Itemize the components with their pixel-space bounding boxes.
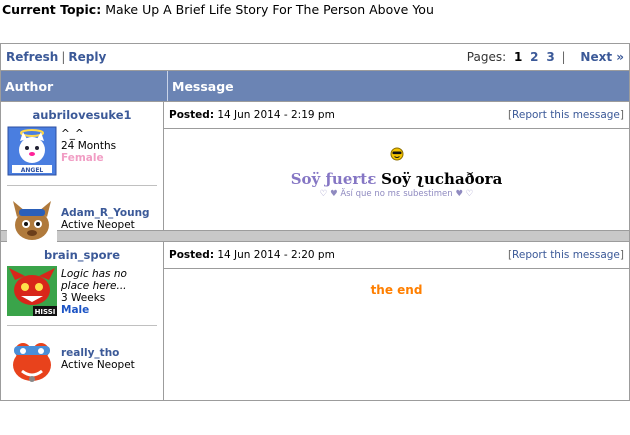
- post-header: Posted: 14 Jun 2014 - 2:20 pm [Report th…: [164, 242, 629, 269]
- user-title: ^_^: [61, 128, 84, 140]
- author-header: Author: [1, 71, 168, 101]
- message-cell: Posted: 14 Jun 2014 - 2:19 pm [Report th…: [164, 102, 629, 230]
- report-message-link[interactable]: Report this message: [512, 249, 620, 261]
- topic-navbar: Refresh | Reply Pages: 1 2 3 | Next »: [1, 44, 629, 71]
- topic-board: Refresh | Reply Pages: 1 2 3 | Next » Auth…: [0, 43, 630, 401]
- post-row: brain_spore HISSI Logic has no place her…: [1, 241, 629, 400]
- cool-smiley-icon: [390, 147, 403, 161]
- pagination: Pages: 1 2 3 | Next »: [467, 50, 624, 64]
- message-body: Soÿ ƒuertε Soÿ ʅuchaðora ♡ ♥ Äsí que no …: [164, 129, 629, 199]
- message-part-1: Soÿ ƒuertε: [290, 170, 377, 188]
- user-profile: ANGEL ^_^ 24 Months Female: [1, 126, 163, 176]
- posted-time: 14 Jun 2014 - 2:19 pm: [217, 109, 335, 121]
- message-body: the end: [370, 283, 423, 297]
- reply-link[interactable]: Reply: [68, 50, 106, 64]
- hissi-avatar-icon: HISSI: [7, 266, 57, 316]
- username-link[interactable]: brain_spore: [1, 242, 163, 266]
- message-cell: Posted: 14 Jun 2014 - 2:20 pm [Report th…: [164, 242, 629, 400]
- neopet-name-link[interactable]: really_tho: [61, 347, 135, 359]
- message-subtext: ♡ ♥ Äsí que no mε subestimen ♥ ♡: [319, 189, 474, 199]
- user-age: 24 Months: [61, 140, 117, 152]
- author-divider: [7, 325, 157, 326]
- neopet-avatar-icon: [7, 195, 57, 245]
- posted-label: Posted:: [169, 109, 215, 121]
- current-page: 1: [513, 50, 523, 64]
- user-profile: HISSI Logic has no place here... 3 Weeks…: [1, 266, 163, 316]
- pages-label: Pages:: [466, 50, 507, 64]
- topic-title: Make Up A Brief Life Story For The Perso…: [105, 2, 434, 17]
- report-wrapper: [Report this message]: [507, 109, 624, 121]
- user-title: Logic has no place here...: [61, 268, 127, 292]
- user-age: 3 Weeks: [61, 292, 106, 304]
- nav-separator: |: [61, 50, 66, 64]
- neopet-info: really_tho Active Neopet: [1, 335, 163, 385]
- page-3-link[interactable]: 3: [546, 50, 554, 64]
- message-header: Message: [172, 78, 234, 94]
- neopet-status: Active Neopet: [61, 359, 135, 371]
- posted-time: 14 Jun 2014 - 2:20 pm: [217, 249, 335, 261]
- neopet-avatar-icon: [7, 335, 57, 385]
- neopet-info: Adam_R_Young Active Neopet: [1, 195, 163, 245]
- author-cell: brain_spore HISSI Logic has no place her…: [1, 242, 164, 400]
- angel-avatar-icon: ANGEL: [7, 126, 57, 176]
- svg-text:ANGEL: ANGEL: [21, 167, 44, 174]
- table-header: Author Message: [1, 71, 629, 101]
- page-2-link[interactable]: 2: [530, 50, 538, 64]
- message-part-2: Soÿ ʅuchaðora: [381, 170, 503, 188]
- post-row: aubrilovesuke1 ANGEL ^_^ 24 Months Femal…: [1, 101, 629, 245]
- topic-label: Current Topic:: [2, 2, 102, 17]
- neopet-name-link[interactable]: Adam_R_Young: [61, 207, 150, 219]
- posted-label: Posted:: [169, 249, 215, 261]
- svg-text:HISSI: HISSI: [35, 308, 56, 316]
- author-cell: aubrilovesuke1 ANGEL ^_^ 24 Months Femal…: [1, 102, 164, 245]
- post-header: Posted: 14 Jun 2014 - 2:19 pm [Report th…: [164, 102, 629, 129]
- username-link[interactable]: aubrilovesuke1: [1, 102, 163, 126]
- neopet-status: Active Neopet: [61, 219, 135, 231]
- current-topic: Current Topic: Make Up A Brief Life Stor…: [2, 2, 434, 17]
- user-gender: Male: [61, 304, 90, 316]
- next-page-link[interactable]: Next »: [580, 50, 624, 64]
- report-wrapper: [Report this message]: [507, 249, 624, 261]
- user-gender: Female: [61, 152, 104, 164]
- refresh-link[interactable]: Refresh: [6, 50, 58, 64]
- author-divider: [7, 185, 157, 186]
- message-text: Soÿ ƒuertε Soÿ ʅuchaðora: [164, 170, 629, 188]
- pages-separator: |: [561, 50, 566, 64]
- report-message-link[interactable]: Report this message: [512, 109, 620, 121]
